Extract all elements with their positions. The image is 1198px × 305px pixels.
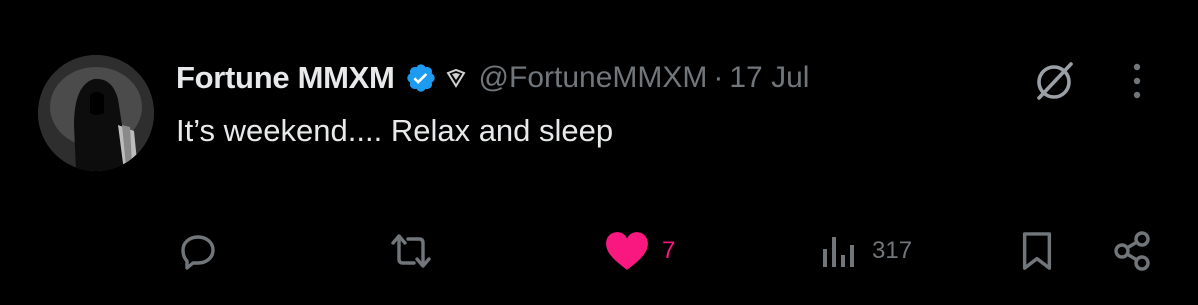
- views-icon: [823, 237, 854, 267]
- share-button[interactable]: [1110, 226, 1154, 276]
- like-count: 7: [662, 237, 676, 264]
- grok-icon: [1037, 62, 1073, 100]
- repost-button[interactable]: [388, 226, 446, 276]
- avatar[interactable]: [38, 55, 154, 171]
- bookmark-button[interactable]: [1018, 226, 1056, 276]
- timestamp[interactable]: 17 Jul: [729, 61, 809, 95]
- hooded-figure-avatar: [38, 55, 154, 171]
- share-icon: [1114, 231, 1150, 271]
- separator-dot: ·: [713, 61, 724, 94]
- more-options-button[interactable]: [1122, 58, 1152, 104]
- heart-filled-icon: [606, 232, 648, 270]
- tweet-header: Fortune MMXM @FortuneMMXM · 17 Jul: [176, 56, 809, 100]
- views-button[interactable]: 317: [820, 226, 912, 276]
- grok-button[interactable]: [1030, 56, 1080, 106]
- repost-icon: [391, 234, 431, 268]
- like-button[interactable]: 7: [604, 226, 675, 276]
- display-name[interactable]: Fortune MMXM: [176, 60, 395, 96]
- reply-button[interactable]: [178, 226, 230, 276]
- user-handle[interactable]: @FortuneMMXM: [479, 61, 708, 95]
- tweet-card[interactable]: Fortune MMXM @FortuneMMXM · 17 Jul It’s …: [0, 0, 1198, 305]
- verified-badge-icon[interactable]: [405, 62, 437, 94]
- more-vertical-icon: [1133, 63, 1141, 99]
- reply-icon: [181, 235, 215, 270]
- views-count: 317: [872, 237, 913, 264]
- tweet-text: It’s weekend.... Relax and sleep: [176, 113, 614, 148]
- bookmark-icon: [1022, 232, 1052, 270]
- affiliate-badge-icon[interactable]: [445, 67, 467, 89]
